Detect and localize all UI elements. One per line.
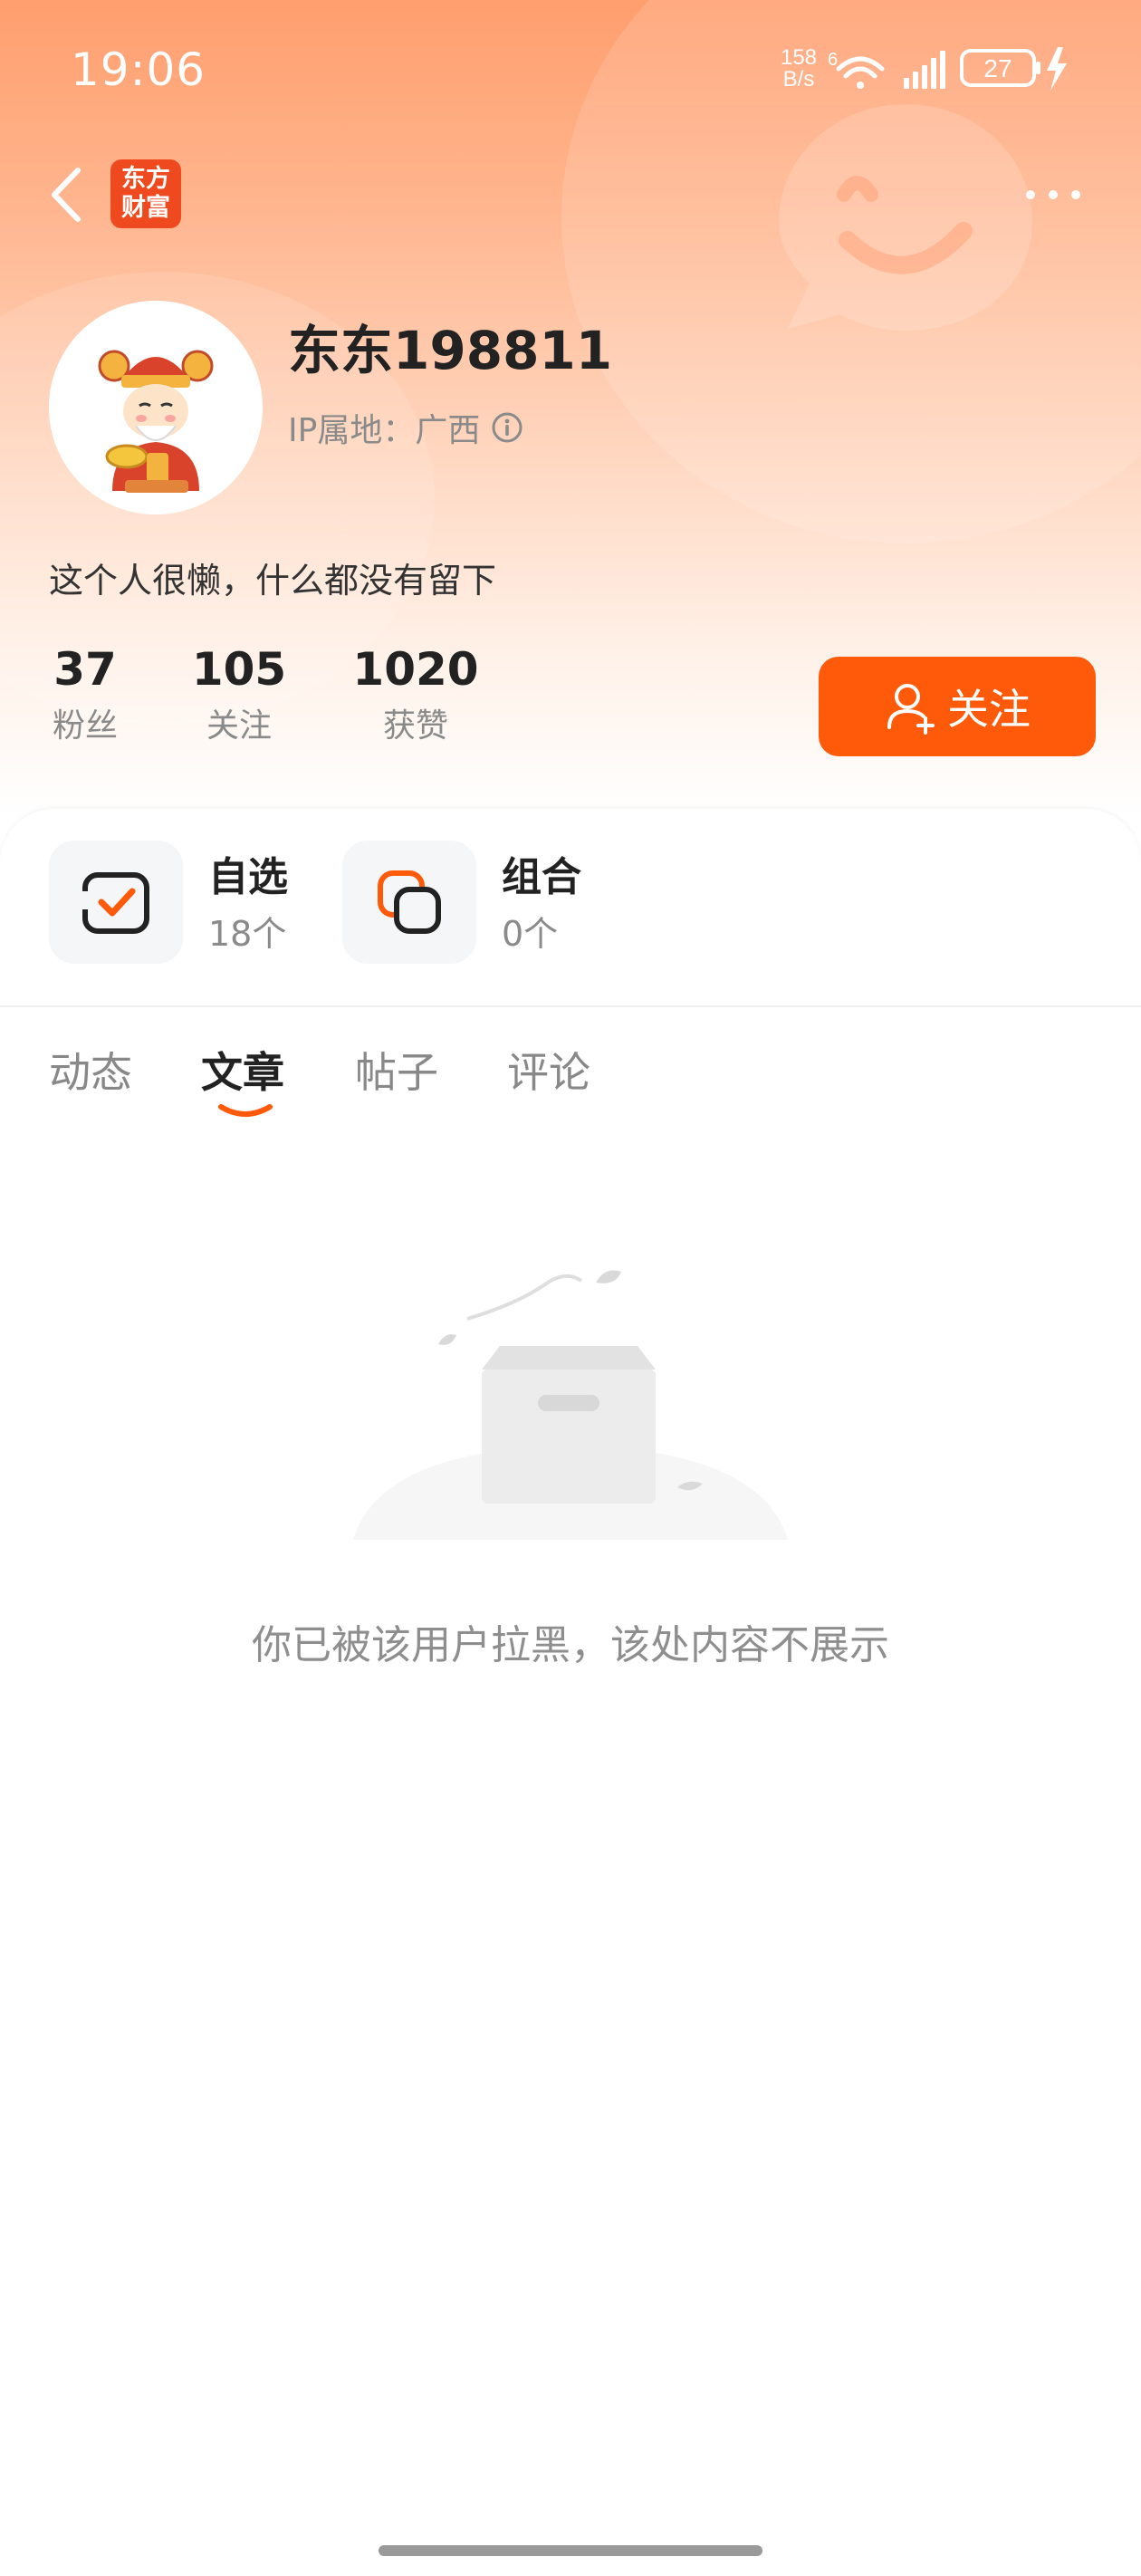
- info-icon[interactable]: [491, 411, 523, 444]
- portfolio-icon-box: [342, 841, 476, 964]
- username: 东东198811: [288, 320, 613, 381]
- network-speed: 158 B/s: [777, 47, 820, 91]
- ip-location: IP属地：广西: [288, 404, 523, 451]
- tab-articles[interactable]: 文章: [201, 1040, 284, 1100]
- stat-value: 1020: [352, 643, 479, 696]
- follow-button[interactable]: 关注: [819, 657, 1096, 756]
- portfolio-count: 0个: [502, 914, 559, 954]
- status-time: 19:06: [71, 43, 206, 96]
- tab-comments[interactable]: 评论: [507, 1040, 590, 1100]
- follow-button-label: 关注: [947, 685, 1031, 734]
- tab-dynamics[interactable]: 动态: [49, 1040, 132, 1100]
- home-indicator[interactable]: [379, 2545, 762, 2556]
- watchlist-check-icon: [82, 872, 149, 934]
- stat-value: 105: [191, 643, 287, 696]
- add-user-icon: [887, 684, 935, 735]
- wifi-icon: [836, 56, 885, 89]
- watchlist-icon-box: [49, 841, 183, 964]
- portfolio-title: 组合: [502, 854, 581, 900]
- logo-line2: 财富: [121, 194, 170, 222]
- empty-box-icon: [353, 1270, 788, 1540]
- chevron-left-icon[interactable]: [43, 163, 89, 226]
- avatar[interactable]: [49, 301, 263, 514]
- network-speed-unit: B/s: [782, 67, 815, 91]
- stat-label: 关注: [206, 707, 272, 745]
- empty-state-message: 你已被该用户拉黑，该处内容不展示: [252, 1622, 889, 1668]
- watchlist-count: 18个: [208, 914, 287, 954]
- section-divider: [0, 1005, 1141, 1007]
- fortune-god-avatar-icon: [49, 301, 263, 514]
- wifi-badge: 6: [828, 50, 838, 70]
- charging-icon: [1047, 47, 1067, 91]
- status-icons: 6 27: [828, 47, 1067, 91]
- battery-level: 27: [983, 54, 1012, 82]
- stat-value: 37: [53, 643, 117, 696]
- stat-likes[interactable]: 1020 获赞: [343, 643, 488, 746]
- status-bar: 19:06 158 B/s 6 27: [0, 0, 1141, 136]
- stat-fans[interactable]: 37 粉丝: [13, 643, 158, 746]
- signal-icon: [904, 51, 945, 89]
- app-logo[interactable]: 东方 财富: [110, 159, 181, 228]
- active-tab-indicator: [218, 1104, 273, 1117]
- bio: 这个人很懒，什么都没有留下: [49, 561, 497, 601]
- stat-following[interactable]: 105 关注: [167, 643, 312, 746]
- stat-label: 粉丝: [52, 707, 118, 745]
- stat-label: 获赞: [382, 707, 448, 745]
- ip-location-text: IP属地：广西: [288, 412, 481, 449]
- network-speed-value: 158: [780, 45, 818, 70]
- portfolio-stack-icon: [378, 870, 441, 934]
- battery-icon: 27: [960, 49, 1040, 87]
- logo-line1: 东方: [121, 165, 170, 193]
- watchlist-title: 自选: [208, 854, 288, 900]
- more-dots-icon[interactable]: [1021, 181, 1085, 208]
- tab-posts[interactable]: 帖子: [355, 1040, 438, 1100]
